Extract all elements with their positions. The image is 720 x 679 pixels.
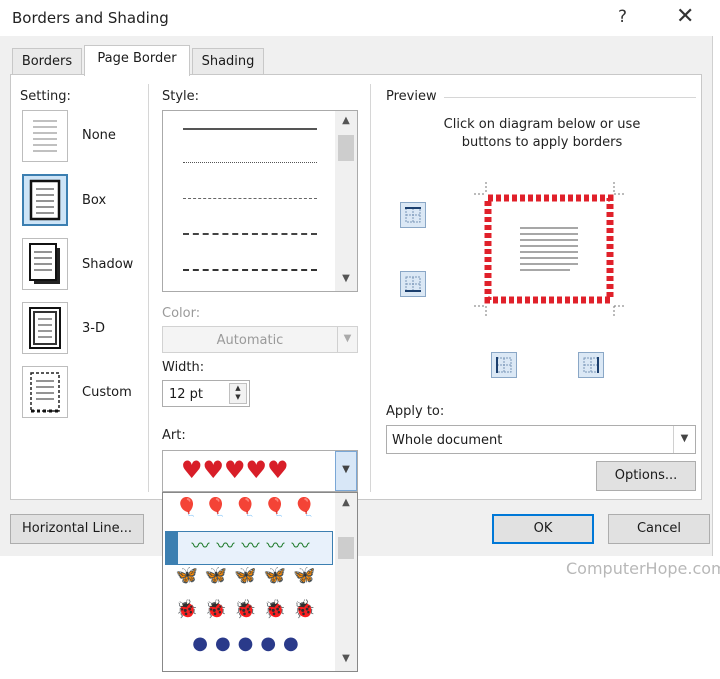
ok-button[interactable]: OK xyxy=(492,514,594,544)
setting-box-icon[interactable] xyxy=(22,174,68,226)
setting-3d-label[interactable]: 3-D xyxy=(82,321,105,336)
art-select[interactable]: ♥♥♥♥♥ ▼ xyxy=(162,450,358,492)
hearts-art-icon: ♥♥♥♥♥ xyxy=(181,456,289,484)
preview-diagram[interactable] xyxy=(470,182,630,318)
color-select[interactable]: Automatic ▼ xyxy=(162,326,358,353)
setting-shadow-label[interactable]: Shadow xyxy=(82,257,133,272)
horizontal-line-button[interactable]: Horizontal Line... xyxy=(10,514,144,544)
art-dropdown-list[interactable]: 🎈🎈🎈🎈🎈 〰〰〰〰〰 🦋🦋🦋🦋🦋 🐞🐞🐞🐞🐞 ●●●●● ▲ ▼ xyxy=(162,492,358,672)
scroll-down-icon[interactable]: ▼ xyxy=(338,653,354,664)
preview-instruction-2: buttons to apply borders xyxy=(461,135,623,150)
style-line-solid[interactable] xyxy=(183,128,317,130)
preview-instruction-1: Click on diagram below or use xyxy=(443,117,641,132)
width-value: 12 pt xyxy=(169,387,204,402)
left-border-icon[interactable] xyxy=(491,352,517,378)
tab-page-border[interactable]: Page Border xyxy=(84,45,190,76)
separator xyxy=(148,84,149,492)
separator xyxy=(370,84,371,492)
art-label: Art: xyxy=(162,428,186,443)
preview-label: Preview xyxy=(386,89,437,104)
setting-none-label[interactable]: None xyxy=(82,128,116,143)
style-scroll-thumb[interactable] xyxy=(338,135,354,161)
options-button[interactable]: Options... xyxy=(596,461,696,491)
apply-to-label: Apply to: xyxy=(386,404,445,419)
help-button[interactable]: ? xyxy=(618,7,627,27)
window-title: Borders and Shading xyxy=(12,9,169,27)
apply-to-value: Whole document xyxy=(392,433,503,448)
cancel-button[interactable]: Cancel xyxy=(608,514,710,544)
chevron-down-icon[interactable]: ▼ xyxy=(673,426,695,453)
setting-none-icon[interactable] xyxy=(22,110,68,162)
style-listbox[interactable]: ▲ ▼ xyxy=(162,110,358,292)
ladybugs-art-option[interactable]: 🐞🐞🐞🐞🐞 xyxy=(165,599,333,633)
setting-custom-icon[interactable] xyxy=(22,366,68,418)
vines-art-option[interactable]: 〰〰〰〰〰 xyxy=(165,531,333,565)
style-line-dash-dot[interactable] xyxy=(183,269,317,271)
tab-shading[interactable]: Shading xyxy=(192,48,264,74)
style-label: Style: xyxy=(162,89,200,104)
top-border-icon[interactable] xyxy=(400,202,426,228)
width-spinner[interactable]: 12 pt ▲ ▼ xyxy=(162,380,250,407)
apply-to-select[interactable]: Whole document ▼ xyxy=(386,425,696,454)
setting-custom-label[interactable]: Custom xyxy=(82,385,132,400)
bottom-border-icon[interactable] xyxy=(400,271,426,297)
scroll-down-icon[interactable]: ▼ xyxy=(338,273,354,284)
style-line-dashed-fine[interactable] xyxy=(183,198,317,199)
right-border-icon[interactable] xyxy=(578,352,604,378)
setting-box-label[interactable]: Box xyxy=(82,193,106,208)
preview-separator xyxy=(444,97,696,98)
selection-marker xyxy=(166,532,178,564)
butterflies-art-option[interactable]: 🦋🦋🦋🦋🦋 xyxy=(165,565,333,599)
setting-shadow-icon[interactable] xyxy=(22,238,68,290)
width-label: Width: xyxy=(162,360,205,375)
chevron-down-icon[interactable]: ▼ xyxy=(337,327,357,352)
setting-3d-icon[interactable] xyxy=(22,302,68,354)
balloons-art-option[interactable]: 🎈🎈🎈🎈🎈 xyxy=(165,497,333,531)
style-scrollbar[interactable]: ▲ ▼ xyxy=(335,111,357,291)
watermark: ComputerHope.com xyxy=(566,559,720,578)
scroll-up-icon[interactable]: ▲ xyxy=(338,115,354,126)
setting-label: Setting: xyxy=(20,89,71,104)
tab-borders[interactable]: Borders xyxy=(12,48,82,74)
globes-art-option[interactable]: ●●●●● xyxy=(165,633,333,667)
close-button[interactable]: ✕ xyxy=(676,4,694,29)
style-line-dotted[interactable] xyxy=(183,162,317,163)
art-scroll-thumb[interactable] xyxy=(338,537,354,559)
width-stepper[interactable]: ▲ ▼ xyxy=(229,383,247,404)
chevron-down-icon[interactable]: ▼ xyxy=(335,451,357,491)
color-value: Automatic xyxy=(216,333,284,348)
color-label: Color: xyxy=(162,306,201,321)
style-line-dashed[interactable] xyxy=(183,233,317,235)
scroll-up-icon[interactable]: ▲ xyxy=(338,497,354,508)
art-scrollbar[interactable]: ▲ ▼ xyxy=(335,493,357,671)
